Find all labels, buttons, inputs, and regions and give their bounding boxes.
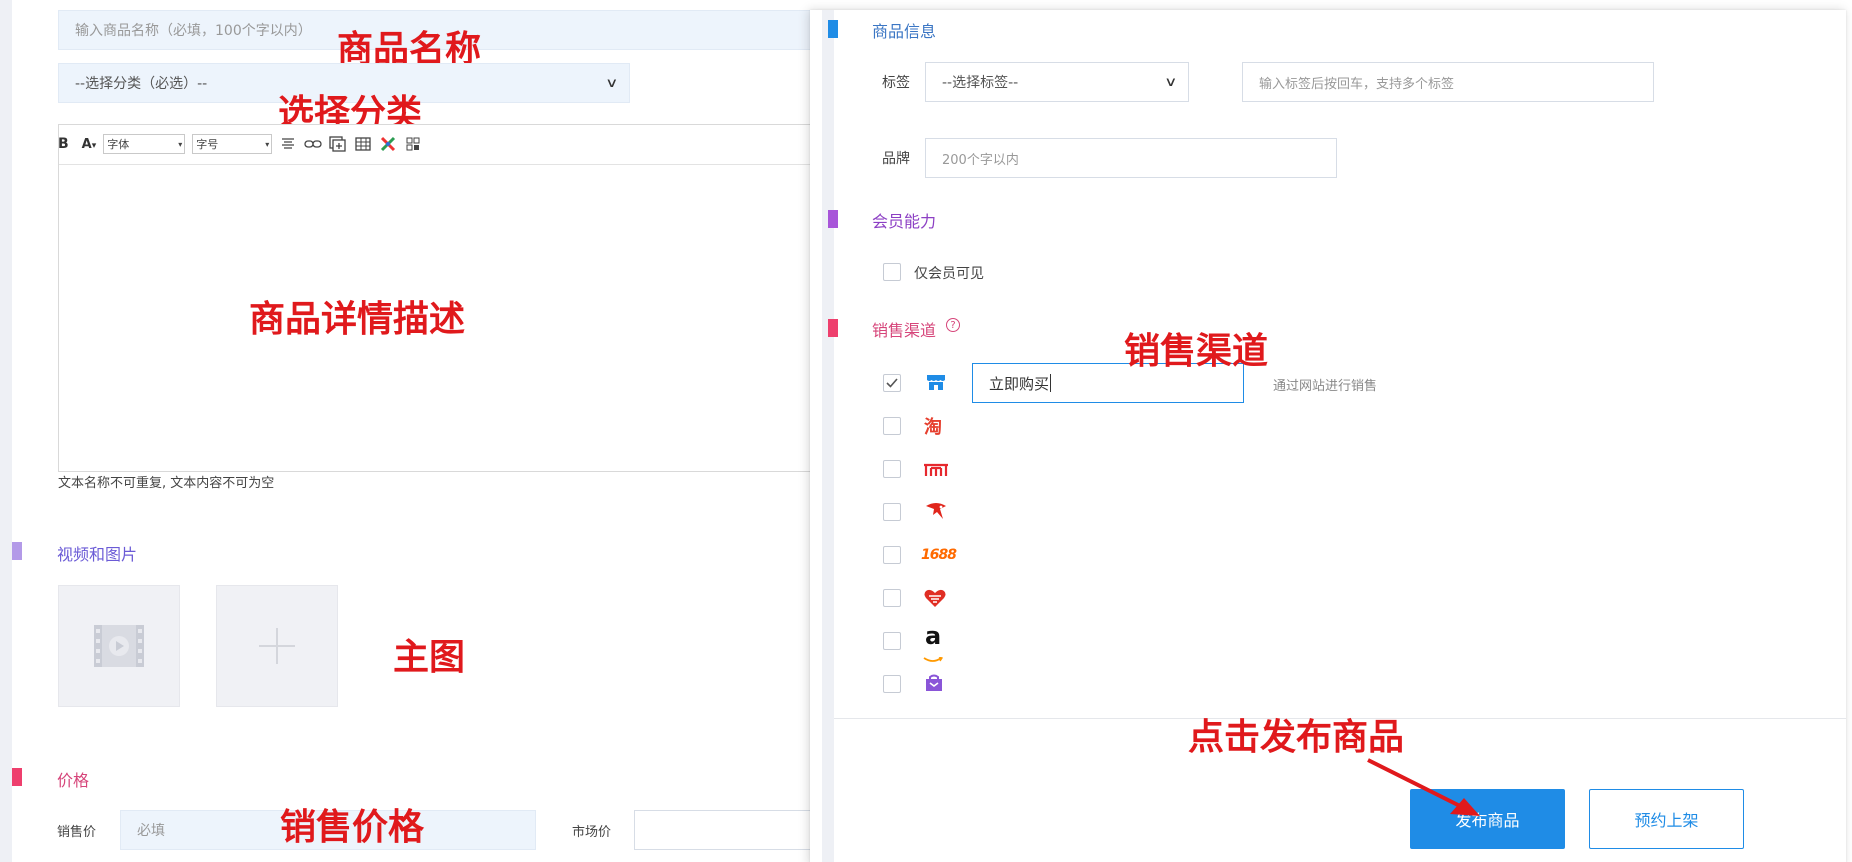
plugin-icon[interactable] bbox=[379, 135, 397, 153]
tag-label: 标签 bbox=[882, 75, 910, 91]
annotation-channels: 销售渠道 bbox=[1124, 331, 1269, 372]
align-icon[interactable] bbox=[279, 135, 297, 153]
annotation-sale-price: 销售价格 bbox=[280, 807, 425, 848]
channel-checkbox-bag[interactable] bbox=[883, 675, 901, 693]
editor-toolbar-buttons: B A▾ 字体 ▾ 字号 ▾ bbox=[58, 124, 422, 164]
channel-checkbox-pinduoduo[interactable] bbox=[883, 589, 901, 607]
grid-icon[interactable] bbox=[404, 135, 422, 153]
media-section-title: 视频和图片 bbox=[57, 545, 138, 564]
font-color-label: A bbox=[81, 136, 92, 152]
market-price-input[interactable] bbox=[634, 810, 834, 850]
1688-icon: 1688 bbox=[921, 547, 957, 563]
caret-down-icon: ▾ bbox=[91, 140, 97, 151]
section-marker bbox=[12, 542, 22, 560]
channel-checkbox-taobao[interactable] bbox=[883, 417, 901, 435]
video-icon bbox=[94, 625, 144, 667]
member-only-checkbox[interactable] bbox=[883, 263, 901, 281]
channels-title: 销售渠道 bbox=[872, 321, 937, 340]
plus-icon bbox=[259, 628, 295, 664]
store-channel-desc: 通过网站进行销售 bbox=[1273, 379, 1378, 394]
font-family-select[interactable]: 字体 ▾ bbox=[103, 134, 186, 154]
font-family-value: 字体 bbox=[107, 138, 130, 151]
check-icon bbox=[886, 378, 898, 388]
annotation-description: 商品详情描述 bbox=[249, 299, 466, 340]
insert-image-icon[interactable] bbox=[329, 135, 347, 153]
schedule-button[interactable]: 预约上架 bbox=[1589, 789, 1744, 849]
channel-checkbox-jd[interactable] bbox=[883, 503, 901, 521]
section-marker bbox=[828, 20, 838, 38]
channel-checkbox-amazon[interactable] bbox=[883, 632, 901, 650]
font-size-select[interactable]: 字号 ▾ bbox=[192, 134, 273, 154]
price-section-title: 价格 bbox=[57, 771, 90, 790]
tag-select[interactable]: --选择标签-- ∨ bbox=[925, 62, 1189, 102]
chevron-down-icon: ∨ bbox=[605, 75, 619, 91]
link-icon[interactable] bbox=[304, 135, 322, 153]
annotation-main-image: 主图 bbox=[393, 637, 466, 678]
font-size-value: 字号 bbox=[196, 138, 219, 151]
amazon-smile-icon bbox=[923, 648, 944, 667]
image-upload-tile[interactable] bbox=[216, 585, 338, 707]
brand-label: 品牌 bbox=[882, 151, 910, 167]
help-icon[interactable]: ? bbox=[946, 318, 960, 332]
channel-checkbox-store[interactable] bbox=[883, 374, 901, 392]
jd-icon bbox=[924, 500, 948, 526]
store-icon bbox=[926, 373, 946, 395]
market-price-label: 市场价 bbox=[572, 825, 612, 840]
channel-checkbox-tmall[interactable] bbox=[883, 460, 901, 478]
left-scroll-strip bbox=[0, 0, 12, 862]
buy-now-text: 立即购买 bbox=[989, 374, 1050, 393]
text-cursor bbox=[1050, 374, 1052, 392]
member-title: 会员能力 bbox=[872, 212, 937, 231]
sale-price-placeholder: 必填 bbox=[137, 823, 165, 839]
annotation-arrow-icon bbox=[1367, 758, 1480, 816]
tag-select-value: --选择标签-- bbox=[942, 75, 1019, 91]
tag-input-placeholder: 输入标签后按回车，支持多个标签 bbox=[1259, 76, 1455, 92]
tmall-icon bbox=[923, 462, 949, 481]
panel-scroll-strip bbox=[822, 10, 834, 862]
table-icon[interactable] bbox=[354, 135, 372, 153]
brand-placeholder: 200个字以内 bbox=[942, 152, 1019, 168]
bold-button[interactable]: B bbox=[58, 136, 69, 152]
section-marker bbox=[828, 210, 838, 228]
video-upload-tile[interactable] bbox=[58, 585, 180, 707]
pinduoduo-icon bbox=[923, 587, 947, 613]
editor-hint: 文本名称不可重复, 文本内容不可为空 bbox=[58, 476, 275, 491]
caret-down-icon: ▾ bbox=[265, 139, 270, 149]
channel-checkbox-1688[interactable] bbox=[883, 546, 901, 564]
category-select-value: --选择分类（必选）-- bbox=[75, 76, 208, 92]
section-marker bbox=[12, 768, 22, 786]
taobao-icon: 淘 bbox=[924, 417, 942, 438]
product-info-title: 商品信息 bbox=[872, 22, 937, 41]
bag-icon bbox=[924, 674, 944, 696]
brand-input[interactable]: 200个字以内 bbox=[925, 138, 1337, 178]
caret-down-icon: ▾ bbox=[178, 139, 183, 149]
amazon-icon: a bbox=[925, 622, 942, 650]
font-color-button[interactable]: A▾ bbox=[82, 137, 97, 152]
tag-input[interactable]: 输入标签后按回车，支持多个标签 bbox=[1242, 62, 1654, 102]
sale-price-label: 销售价 bbox=[57, 825, 97, 840]
section-marker bbox=[828, 319, 838, 337]
chevron-down-icon: ∨ bbox=[1164, 74, 1178, 90]
member-only-label: 仅会员可见 bbox=[914, 266, 984, 282]
product-name-placeholder: 输入商品名称（必填，100个字以内） bbox=[75, 23, 312, 39]
